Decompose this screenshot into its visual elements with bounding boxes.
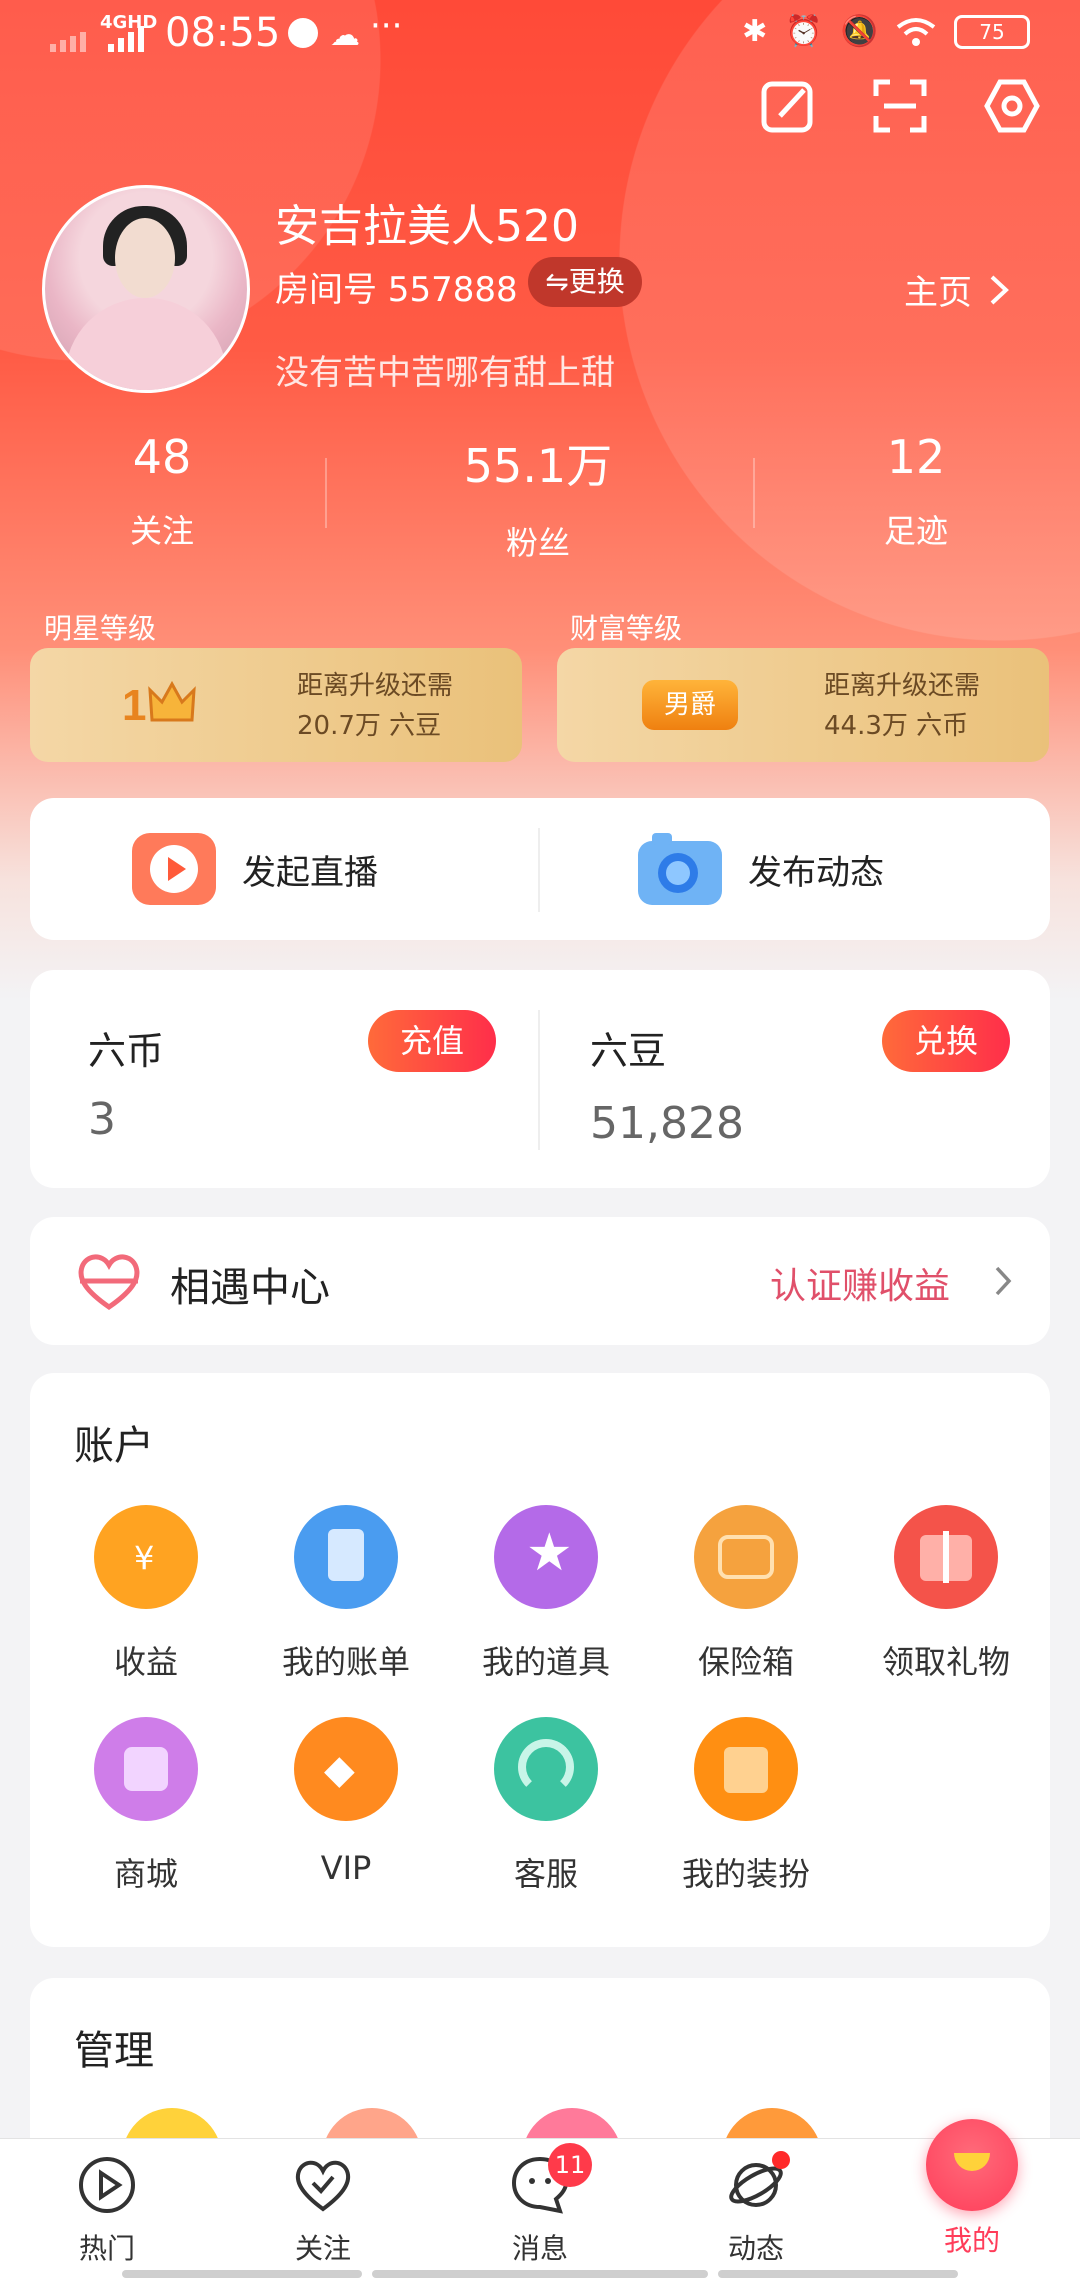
stat-label: 粉丝 — [505, 524, 570, 562]
star-level-title: 明星等级 — [44, 612, 157, 645]
divider — [325, 458, 327, 528]
my-props-item[interactable]: ★ 我的道具 — [446, 1505, 646, 1683]
crown-icon: 1 — [122, 680, 196, 730]
gesture-bar — [122, 2270, 362, 2278]
coins-label: 六币 — [88, 1029, 165, 1073]
settings-icon[interactable] — [984, 78, 1040, 134]
bottom-nav: 热门 关注 11 消息 动态 我的 — [0, 2119, 1080, 2281]
cloud-icon: ☁ — [330, 18, 360, 53]
user-bio: 没有苦中苦哪有甜上甜 — [275, 353, 615, 393]
header-actions — [760, 78, 1040, 134]
stat-fans[interactable]: 55.1万 粉丝 — [388, 430, 688, 564]
status-bar: 4GHD 08:55 ☁ ··· ✱ ⏰ 🔕 75 — [0, 0, 1080, 70]
stat-value: 48 — [132, 430, 192, 484]
wand-icon: ★ — [494, 1505, 598, 1609]
svg-text:1: 1 — [122, 681, 146, 730]
alarm-icon: ⏰ — [785, 14, 823, 49]
scan-icon[interactable] — [872, 78, 928, 134]
post-moment-button[interactable]: 发布动态 — [636, 798, 884, 940]
recharge-button[interactable]: 充值 — [368, 1010, 496, 1072]
money-bag-icon: ¥ — [94, 1505, 198, 1609]
bluetooth-icon: ✱ — [742, 14, 768, 49]
camera-icon — [638, 833, 722, 905]
quick-actions-card: 发起直播 发布动态 — [30, 798, 1050, 940]
unread-badge: 11 — [548, 2143, 592, 2187]
manage-title: 管理 — [74, 2028, 154, 2074]
tshirt-icon — [694, 1717, 798, 1821]
change-room-button[interactable]: ⇋更换 — [528, 257, 642, 307]
stat-following[interactable]: 48 关注 — [12, 430, 312, 552]
clock: 08:55 — [165, 10, 281, 56]
star-level-requirement: 距离升级还需 20.7万 六豆 — [297, 671, 454, 741]
divider — [753, 458, 755, 528]
headset-icon — [494, 1717, 598, 1821]
divider — [538, 1010, 540, 1150]
post-moment-label: 发布动态 — [748, 852, 884, 893]
wealth-level-card[interactable]: 男爵 距离升级还需 44.3万 六币 — [557, 648, 1049, 762]
live-camera-icon — [132, 833, 216, 905]
stat-label: 足迹 — [883, 512, 948, 550]
heart-check-icon — [295, 2160, 351, 2212]
my-bill-item[interactable]: 我的账单 — [246, 1505, 446, 1683]
vip-item[interactable]: ◆ VIP — [246, 1717, 446, 1887]
account-title: 账户 — [74, 1423, 154, 1469]
exchange-button[interactable]: 兑换 — [882, 1010, 1010, 1072]
start-live-button[interactable]: 发起直播 — [130, 798, 378, 940]
moon-icon — [288, 18, 318, 48]
safe-box-icon — [694, 1505, 798, 1609]
gift-icon — [894, 1505, 998, 1609]
shopping-bag-icon — [94, 1717, 198, 1821]
nav-follow[interactable]: 关注 — [243, 2155, 403, 2267]
wifi-icon — [896, 17, 936, 46]
battery-indicator: 75 — [954, 14, 1030, 49]
start-live-label: 发起直播 — [242, 852, 378, 893]
mall-item[interactable]: 商城 — [46, 1717, 246, 1895]
homepage-label: 主页 — [904, 273, 972, 313]
room-number: 房间号 557888 — [275, 270, 518, 310]
chevron-right-icon — [995, 1266, 1012, 1296]
gesture-bar — [718, 2270, 958, 2278]
stat-value: 12 — [886, 430, 946, 484]
stat-label: 关注 — [129, 512, 194, 550]
wealth-level-title: 财富等级 — [570, 612, 683, 645]
profile-active-icon — [926, 2119, 1018, 2211]
heart-hands-icon — [78, 1254, 140, 1311]
nav-moments[interactable]: 动态 — [676, 2151, 836, 2267]
user-name: 安吉拉美人520 — [275, 201, 579, 252]
wallet-card: 六币 3 充值 六豆 51,828 兑换 — [30, 970, 1050, 1188]
coins-value: 3 — [88, 1094, 116, 1145]
homepage-link[interactable]: 主页 — [904, 265, 1010, 314]
nav-messages[interactable]: 11 消息 — [460, 2143, 620, 2267]
star-level-card[interactable]: 1 距离升级还需 20.7万 六豆 — [30, 648, 522, 762]
safe-box-item[interactable]: 保险箱 — [646, 1505, 846, 1683]
new-dot-indicator — [772, 2151, 790, 2169]
customer-service-item[interactable]: 客服 — [446, 1717, 646, 1895]
mute-icon: 🔕 — [840, 14, 878, 49]
chevron-right-icon — [990, 275, 1009, 304]
play-icon — [79, 2157, 135, 2213]
baron-badge: 男爵 — [642, 680, 738, 730]
bill-icon — [294, 1505, 398, 1609]
wealth-level-requirement: 距离升级还需 44.3万 六币 — [824, 671, 981, 741]
beans-label: 六豆 — [590, 1029, 667, 1073]
nav-me[interactable]: 我的 — [892, 2119, 1052, 2259]
beans-value: 51,828 — [590, 1098, 744, 1149]
edit-icon[interactable] — [760, 78, 816, 134]
stat-footprints[interactable]: 12 足迹 — [766, 430, 1066, 552]
claim-gift-item[interactable]: 领取礼物 — [846, 1505, 1046, 1683]
earnings-item[interactable]: ¥ 收益 — [46, 1505, 246, 1683]
account-card: 账户 ¥ 收益 我的账单 ★ 我的道具 保险箱 领取礼物 商城 ◆ VIP 客服… — [30, 1373, 1050, 1947]
nav-hot[interactable]: 热门 — [27, 2155, 187, 2267]
network-type: 4GHD — [100, 12, 158, 33]
gesture-bar — [372, 2270, 708, 2278]
my-outfit-item[interactable]: 我的装扮 — [646, 1717, 846, 1895]
avatar[interactable] — [42, 185, 250, 393]
stat-value: 55.1万 — [463, 439, 613, 493]
meet-center-title: 相遇中心 — [170, 1265, 330, 1311]
meet-center-row[interactable]: 相遇中心 认证赚收益 — [30, 1217, 1050, 1345]
divider — [538, 828, 540, 912]
vip-diamond-icon: ◆ — [294, 1717, 398, 1821]
verify-earn-link[interactable]: 认证赚收益 — [770, 1257, 950, 1309]
more-notifications-icon: ··· — [370, 6, 403, 46]
